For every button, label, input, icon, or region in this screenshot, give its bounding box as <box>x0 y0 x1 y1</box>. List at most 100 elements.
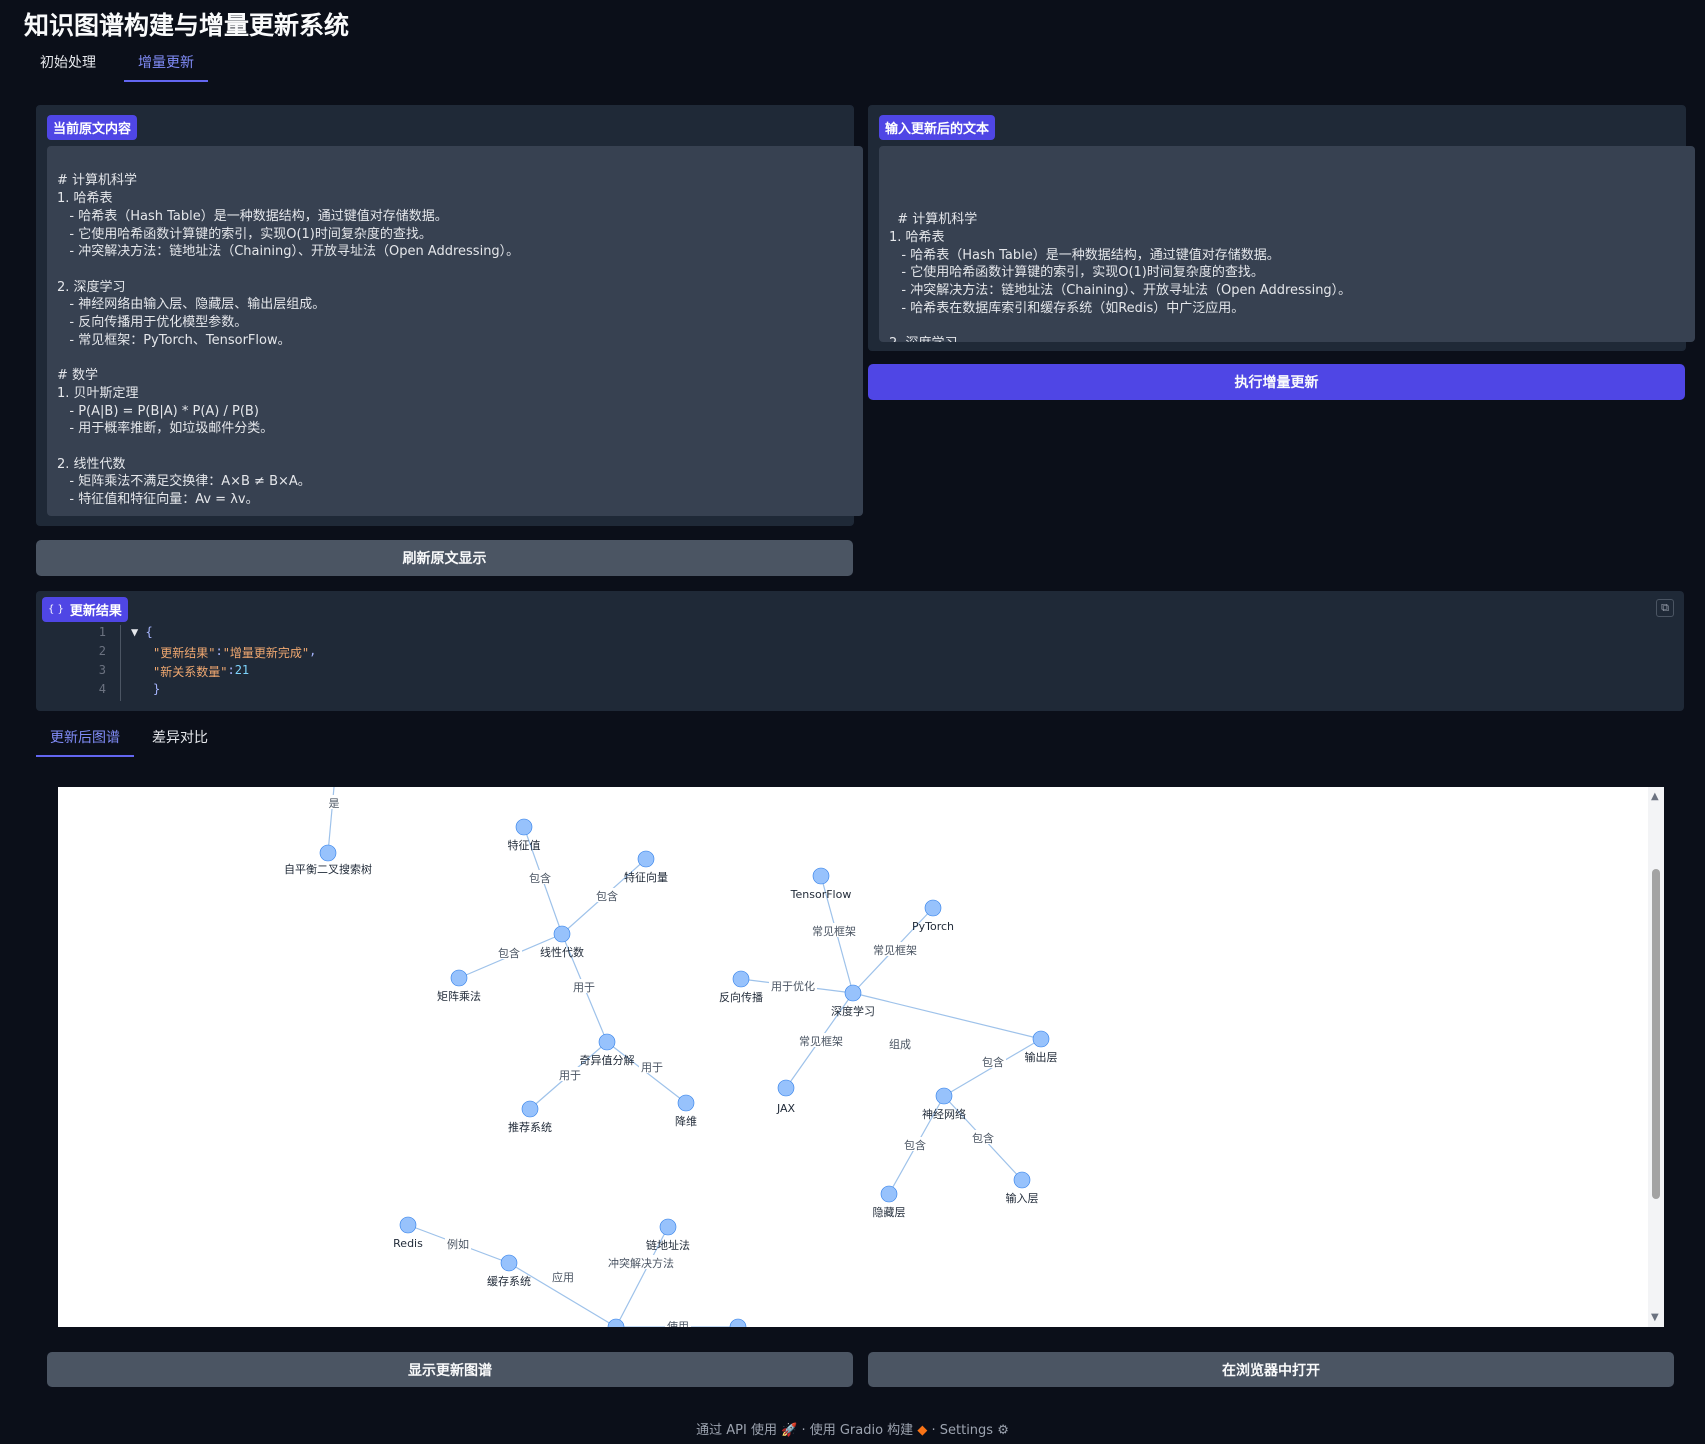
graph-node-label: 反向传播 <box>719 990 763 1004</box>
graph-node-nn[interactable] <box>935 1087 953 1105</box>
graph-node-label: 深度学习 <box>831 1004 875 1018</box>
current-text-panel: 当前原文内容 # 计算机科学 1. 哈希表 - 哈希表（Hash Table）是… <box>36 105 863 526</box>
graph-node-cache[interactable] <box>500 1254 518 1272</box>
graph-edge-label: 包含 <box>972 1131 994 1145</box>
graph-node-partial[interactable] <box>729 1318 747 1327</box>
graph-scrollbar[interactable]: ▲ ▼ <box>1648 787 1664 1327</box>
graph-node-hidden[interactable] <box>880 1185 898 1203</box>
graph-edge-label: 常见框架 <box>799 1035 843 1048</box>
tab-incremental-update[interactable]: 增量更新 <box>124 52 208 82</box>
scroll-thumb[interactable] <box>1652 869 1660 1199</box>
rocket-icon: 🚀 <box>781 1423 798 1438</box>
current-text-area[interactable]: # 计算机科学 1. 哈希表 - 哈希表（Hash Table）是一种数据结构，… <box>47 146 863 516</box>
graph-edge-label: 包含 <box>596 889 618 903</box>
update-result-badge: { } 更新结果 <box>42 597 128 622</box>
graph-node-tf[interactable] <box>812 867 830 885</box>
graph-edge-label: 用于优化 <box>771 979 815 993</box>
graph-node-eigvec[interactable] <box>637 850 655 868</box>
json-colon: : <box>227 663 235 677</box>
line-number: 3 <box>98 663 106 677</box>
graph-node-label: 特征值 <box>508 838 541 852</box>
footer-separator: · <box>931 1423 936 1438</box>
graph-node-label: 推荐系统 <box>508 1120 552 1134</box>
graph-edge-label: 是 <box>329 797 340 810</box>
graph-node-label: 神经网络 <box>922 1107 966 1121</box>
gradio-logo-icon: ◆ <box>917 1423 928 1438</box>
graph-node-label: 奇异值分解 <box>580 1053 635 1067</box>
graph-node-label: 矩阵乘法 <box>437 989 481 1003</box>
graph-edge-label: 包含 <box>529 871 551 885</box>
graph-edge-label: 用于 <box>641 1061 663 1074</box>
json-open-brace: { <box>145 625 153 639</box>
collapse-toggle-icon[interactable]: ▼ <box>131 625 145 644</box>
graph-node-label: 线性代数 <box>540 945 584 959</box>
refresh-original-button[interactable]: 刷新原文显示 <box>36 540 853 576</box>
show-graph-button[interactable]: 显示更新图谱 <box>47 1352 853 1387</box>
top-tabs: 初始处理 增量更新 <box>36 52 222 82</box>
graph-node-backprop[interactable] <box>732 970 750 988</box>
copy-icon[interactable]: ⧉ <box>1656 599 1674 617</box>
graph-node-dl[interactable] <box>844 984 862 1002</box>
graph-node-redis[interactable] <box>399 1216 417 1234</box>
run-incremental-update-button[interactable]: 执行增量更新 <box>868 364 1685 400</box>
graph-node-label: 降维 <box>675 1114 697 1128</box>
graph-tabs: 更新后图谱 差异对比 <box>36 727 236 757</box>
graph-node-jax[interactable] <box>777 1079 795 1097</box>
scroll-up-icon[interactable]: ▲ <box>1651 791 1659 802</box>
graph-node-label: 输入层 <box>1006 1191 1039 1205</box>
knowledge-graph-view[interactable]: 是包含 包含 包含 用于 用于 用于 常见框架 常见框架 用于优化 常见框架 组成 包含 包含 包含 例如应… <box>58 787 1664 1327</box>
graph-node-svd[interactable] <box>598 1033 616 1051</box>
json-value-count: 21 <box>234 663 250 677</box>
graph-node-eigval[interactable] <box>515 818 533 836</box>
line-number: 4 <box>98 682 106 696</box>
graph-node-linalg[interactable] <box>553 925 571 943</box>
graph-node-chain[interactable] <box>659 1218 677 1236</box>
update-result-badge-label: 更新结果 <box>69 604 122 619</box>
graph-edge-label: 包含 <box>982 1055 1004 1069</box>
graph-node-pytorch[interactable] <box>924 899 942 917</box>
graph-edge-label: 包含 <box>498 946 520 960</box>
graph-node-recsys[interactable] <box>521 1100 539 1118</box>
tab-initial-processing[interactable]: 初始处理 <box>36 52 110 82</box>
graph-node-label: JAX <box>776 1102 796 1115</box>
graph-node-label: TensorFlow <box>790 888 852 901</box>
graph-node-matmul[interactable] <box>450 969 468 987</box>
graph-node-partial[interactable] <box>607 1318 625 1327</box>
graph-node-label: 链地址法 <box>646 1238 690 1252</box>
open-in-browser-button[interactable]: 在浏览器中打开 <box>868 1352 1674 1387</box>
graph-node-inlayer[interactable] <box>1013 1171 1031 1189</box>
json-close-brace: } <box>153 682 161 696</box>
graph-node-dimred[interactable] <box>677 1094 695 1112</box>
page-title: 知识图谱构建与增量更新系统 <box>24 11 350 40</box>
settings-link[interactable]: Settings <box>940 1423 993 1438</box>
gear-icon[interactable]: ⚙ <box>997 1423 1009 1438</box>
gradio-link[interactable]: 使用 Gradio 构建 <box>810 1423 913 1438</box>
graph-node-label: Redis <box>393 1237 423 1250</box>
scroll-down-icon[interactable]: ▼ <box>1651 1312 1659 1323</box>
updated-text-input[interactable]: # 计算机科学 1. 哈希表 - 哈希表（Hash Table）是一种数据结构，… <box>879 146 1695 342</box>
graph-edge-label: 常见框架 <box>873 944 917 957</box>
graph-node-label: 输出层 <box>1025 1050 1058 1064</box>
graph-edge-label: 常见框架 <box>812 925 856 938</box>
graph-node-outlayer[interactable] <box>1032 1030 1050 1048</box>
graph-node-avl[interactable] <box>319 844 337 862</box>
graph-edge-label: 包含 <box>904 1138 926 1152</box>
graph-node-label: PyTorch <box>912 920 954 933</box>
json-key-result: "更新结果" <box>153 646 216 660</box>
updated-text-badge: 输入更新后的文本 <box>879 115 996 140</box>
graph-node-label: 自平衡二叉搜索树 <box>284 862 372 876</box>
current-text-content: # 计算机科学 1. 哈希表 - 哈希表（Hash Table）是一种数据结构，… <box>57 173 520 508</box>
line-number: 2 <box>98 644 106 658</box>
line-number: 1 <box>98 625 106 639</box>
graph-node-label: 缓存系统 <box>487 1274 531 1288</box>
footer: 通过 API 使用 🚀 · 使用 Gradio 构建 ◆ · Settings … <box>0 1419 1705 1438</box>
graph-node-label: 特征向量 <box>624 870 668 884</box>
graph-edge-label: 例如 <box>447 1237 469 1251</box>
tab-updated-graph[interactable]: 更新后图谱 <box>36 727 134 757</box>
json-comma: , <box>309 644 317 658</box>
graph-canvas[interactable]: 是包含包含包含用于用于用于常见框架常见框架用于优化常见框架 组成包含包含包含例如应… <box>58 787 1648 1327</box>
json-colon: : <box>215 644 223 658</box>
tab-diff-compare[interactable]: 差异对比 <box>148 727 222 757</box>
api-link[interactable]: 通过 API 使用 <box>696 1423 777 1438</box>
json-key-count: "新关系数量" <box>153 665 228 679</box>
